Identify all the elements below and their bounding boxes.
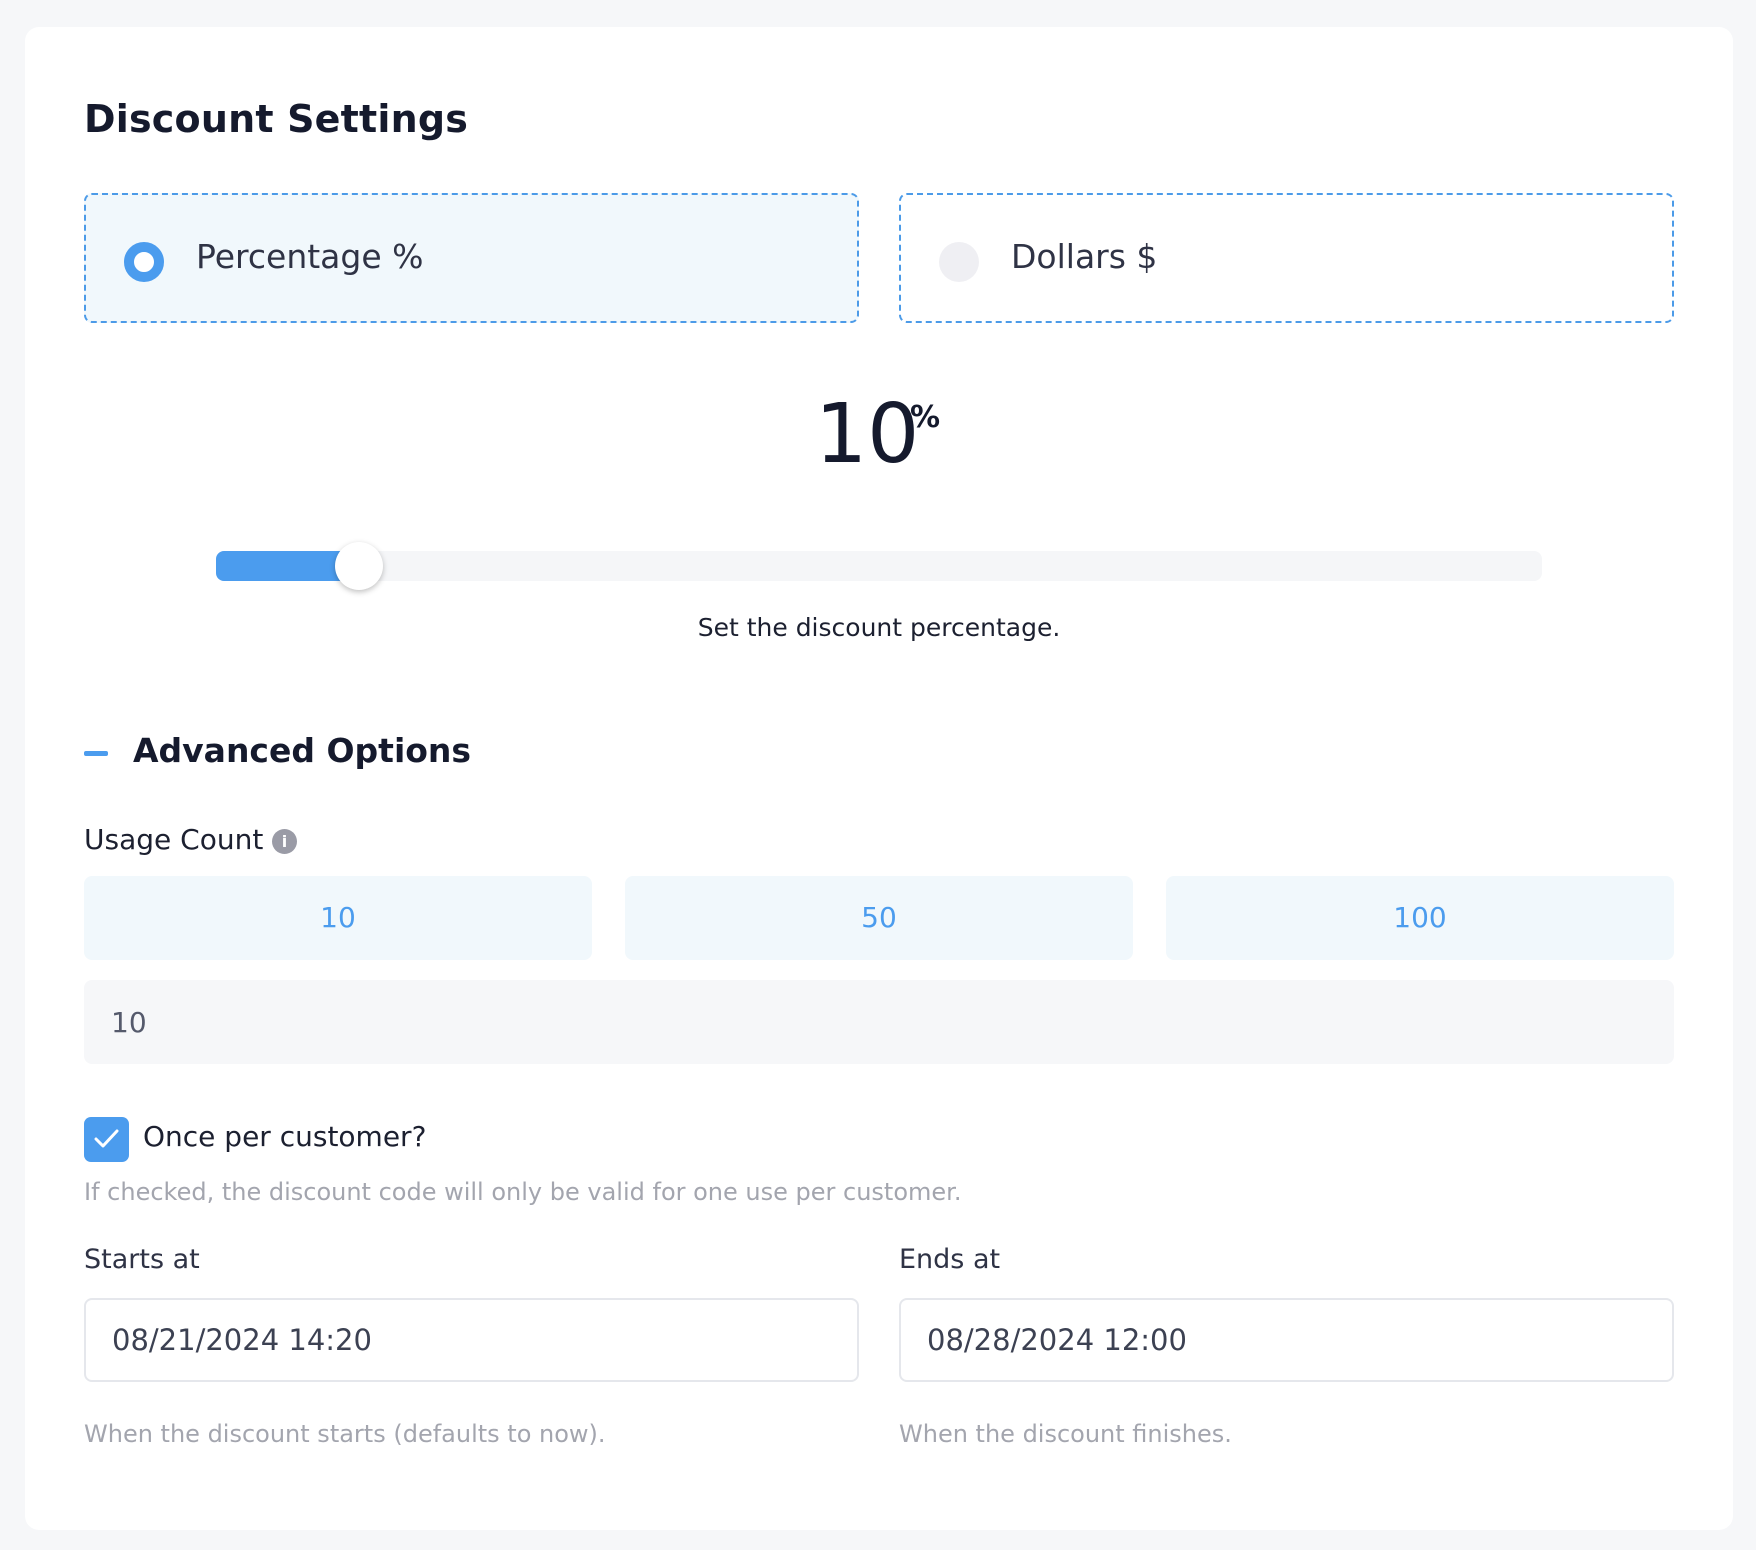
discount-type-percentage-label: Percentage % (196, 237, 424, 276)
discount-type-dollars[interactable]: Dollars $ (899, 193, 1674, 323)
page-title: Discount Settings (84, 97, 469, 141)
starts-at-help: When the discount starts (defaults to no… (84, 1420, 606, 1448)
radio-selected-icon[interactable] (124, 242, 164, 282)
usage-count-label: Usage Count (84, 823, 264, 856)
discount-slider[interactable] (216, 542, 1542, 590)
ends-at-label: Ends at (899, 1244, 1001, 1275)
discount-value-display: 10 (815, 387, 920, 482)
discount-type-dollars-label: Dollars $ (1011, 237, 1158, 276)
usage-count-input[interactable] (84, 980, 1674, 1064)
advanced-options-toggle[interactable]: Advanced Options (133, 731, 471, 770)
ends-at-input[interactable] (899, 1298, 1674, 1382)
discount-type-percentage[interactable]: Percentage % (84, 193, 859, 323)
once-per-customer-help: If checked, the discount code will only … (84, 1178, 962, 1206)
info-icon[interactable]: i (272, 829, 297, 854)
once-per-customer-label[interactable]: Once per customer? (143, 1120, 426, 1153)
ends-at-help: When the discount finishes. (899, 1420, 1232, 1448)
once-per-customer-checkbox[interactable] (84, 1117, 129, 1162)
radio-unselected-icon[interactable] (939, 242, 979, 282)
starts-at-input[interactable] (84, 1298, 859, 1382)
usage-preset-button[interactable]: 50 (625, 876, 1133, 960)
collapse-minus-icon[interactable] (84, 751, 108, 756)
slider-thumb[interactable] (334, 542, 383, 590)
usage-preset-button[interactable]: 100 (1166, 876, 1674, 960)
slider-help-text: Set the discount percentage. (697, 613, 1061, 642)
checkmark-icon (94, 1129, 119, 1148)
discount-unit-display: % (910, 400, 941, 435)
starts-at-label: Starts at (84, 1244, 200, 1275)
discount-settings-card: Discount Settings Percentage % Dollars $… (25, 27, 1733, 1530)
usage-preset-button[interactable]: 10 (84, 876, 592, 960)
